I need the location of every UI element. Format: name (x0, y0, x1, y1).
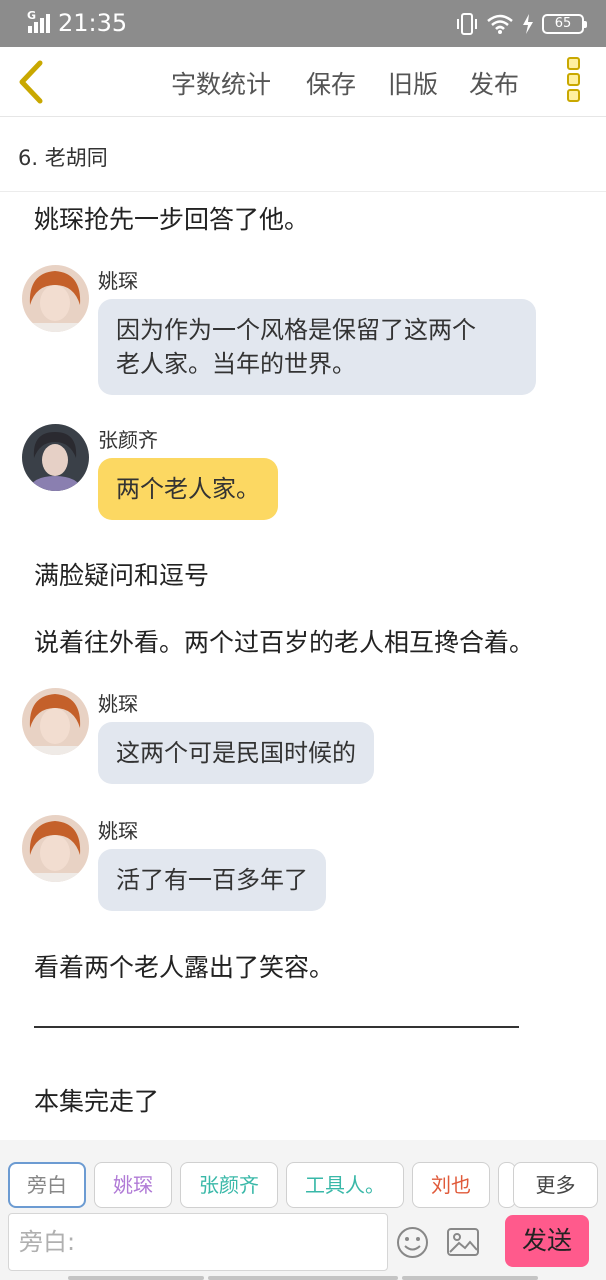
narration-line[interactable]: 说着往外看。两个过百岁的老人相互搀合着。 (34, 623, 534, 659)
status-time: 21:35 (58, 9, 128, 37)
more-roles-button[interactable]: 更多 (513, 1162, 598, 1208)
message-bubble: 这两个可是民国时候的 (98, 722, 374, 784)
wifi-icon (487, 14, 513, 34)
avatar (22, 688, 89, 755)
narration-line[interactable]: 满脸疑问和逗号 (34, 556, 209, 592)
signal-icon: G (26, 9, 52, 33)
chapter-header: 6. 老胡同 (0, 118, 606, 192)
word-count-button[interactable]: 字数统计 (171, 65, 271, 101)
scroll-indicator (68, 1276, 204, 1280)
message-text: 因为作为一个风格是保留了这两个 (116, 316, 476, 344)
role-chip[interactable]: 工具人。 (286, 1162, 404, 1208)
message-bubble: 两个老人家。 (98, 458, 278, 520)
composer-panel: 旁白 姚琛 张颜齐 工具人。 刘也 更多 发送 (0, 1140, 606, 1280)
narration-line[interactable]: 本集完走了 (34, 1082, 159, 1118)
message-bubble: 活了有一百多年了 (98, 849, 326, 911)
scroll-indicator (208, 1276, 398, 1280)
role-chip[interactable]: 张颜齐 (180, 1162, 278, 1208)
speaker-name: 张颜齐 (98, 428, 158, 452)
emoji-icon[interactable] (396, 1226, 429, 1259)
more-menu-icon[interactable] (560, 57, 586, 107)
message-text: 老人家。当年的世界。 (116, 350, 356, 378)
role-chip[interactable]: 刘也 (412, 1162, 490, 1208)
back-button[interactable] (14, 59, 50, 105)
role-chip[interactable]: 姚琛 (94, 1162, 172, 1208)
speaker-name: 姚琛 (98, 692, 138, 716)
send-button[interactable]: 发送 (505, 1215, 589, 1267)
network-type: G (27, 9, 37, 22)
chapter-title[interactable]: 6. 老胡同 (18, 142, 108, 172)
message-input[interactable] (9, 1214, 387, 1270)
scroll-indicator (402, 1276, 538, 1280)
role-chip-narrator[interactable]: 旁白 (8, 1162, 86, 1208)
publish-button[interactable]: 发布 (469, 65, 519, 101)
avatar (22, 424, 89, 491)
charging-icon (523, 14, 533, 34)
vibrate-icon (457, 13, 477, 35)
battery-icon: 65 (542, 14, 587, 34)
status-bar: G 21:35 65 (0, 0, 606, 47)
speaker-name: 姚琛 (98, 269, 138, 293)
speaker-name: 姚琛 (98, 819, 138, 843)
save-button[interactable]: 保存 (306, 65, 356, 101)
image-icon[interactable] (446, 1227, 480, 1257)
avatar (22, 265, 89, 332)
narration-line[interactable]: 姚琛抢先一步回答了他。 (34, 200, 309, 236)
editor-toolbar: 字数统计 保存 旧版 发布 (0, 47, 606, 117)
message-input-wrap (8, 1213, 388, 1271)
divider (34, 1026, 519, 1028)
narration-line[interactable]: 看着两个老人露出了笑容。 (34, 948, 334, 984)
old-version-button[interactable]: 旧版 (388, 65, 438, 101)
avatar (22, 815, 89, 882)
message-bubble: 因为作为一个风格是保留了这两个 老人家。当年的世界。 (98, 299, 536, 395)
